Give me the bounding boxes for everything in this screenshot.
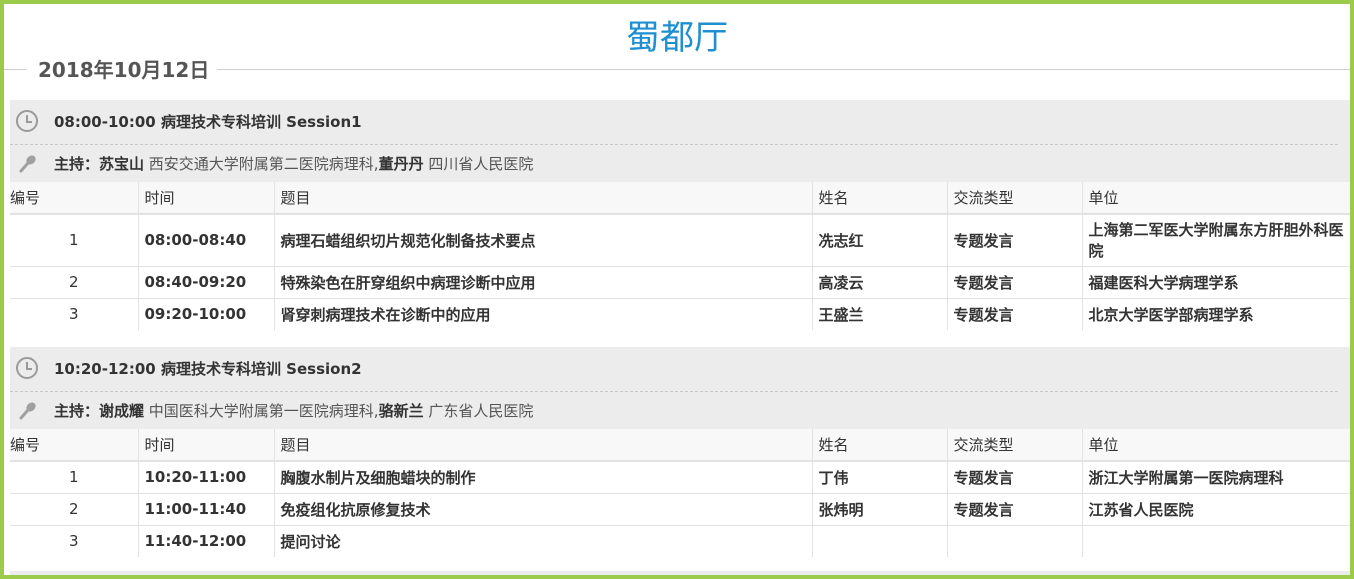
cell-no: 2	[10, 492, 138, 525]
microphone-icon	[19, 155, 36, 173]
session-title: 08:00-10:00 病理技术专科培训 Session1	[54, 113, 362, 131]
cell-topic: 胸腹水制片及细胞蜡块的制作	[273, 460, 812, 493]
cell-no: 3	[10, 297, 138, 330]
cell-type: 专题发言	[946, 297, 1082, 330]
cell-type: 专题发言	[946, 213, 1082, 266]
cell-name	[811, 524, 947, 557]
chair-name: 谢成耀	[99, 402, 145, 420]
table-row: 1 08:00-08:40 病理石蜡组织切片规范化制备技术要点 冼志红 专题发言…	[10, 213, 1350, 266]
chair-unit: 广东省人民医院	[423, 402, 534, 420]
col-header-unit: 单位	[1081, 429, 1350, 462]
cell-topic: 提问讨论	[273, 524, 812, 557]
col-header-topic: 题目	[273, 182, 812, 215]
col-header-name: 姓名	[811, 182, 947, 215]
session-1-header: 08:00-10:00 病理技术专科培训 Session1 主持：苏宝山 西安交…	[10, 100, 1350, 183]
cell-name: 张炜明	[811, 492, 947, 525]
table-row: 3 09:20-10:00 肾穿刺病理技术在诊断中的应用 王盛兰 专题发言 北京…	[10, 297, 1350, 330]
col-header-type: 交流类型	[946, 182, 1082, 215]
session-chair-row: 主持：谢成耀 中国医科大学附属第一医院病理科,骆新兰 广东省人民医院	[10, 391, 1338, 430]
session-2-table: 编号 时间 题目 姓名 交流类型 单位 1 10:20-11:00 胸腹水制片及…	[10, 429, 1350, 557]
cell-name: 冼志红	[811, 213, 947, 266]
cell-no: 1	[10, 460, 138, 493]
col-header-type: 交流类型	[946, 429, 1082, 462]
cell-type: 专题发言	[946, 460, 1082, 493]
table-row: 2 11:00-11:40 免疫组化抗原修复技术 张炜明 专题发言 江苏省人民医…	[10, 492, 1350, 525]
cell-no: 1	[10, 213, 138, 266]
cell-time: 10:20-11:00	[137, 460, 274, 493]
session-title: 10:20-12:00 病理技术专科培训 Session2	[54, 360, 362, 378]
cell-time: 11:40-12:00	[137, 524, 274, 557]
cell-unit: 北京大学医学部病理学系	[1081, 297, 1350, 330]
chair-unit: 四川省人民医院	[423, 155, 534, 173]
cell-time: 11:00-11:40	[137, 492, 274, 525]
chair-unit: 西安交通大学附属第二医院病理科,	[144, 155, 379, 173]
cell-no: 2	[10, 265, 138, 298]
chair-name: 苏宝山	[99, 155, 145, 173]
cell-name: 王盛兰	[811, 297, 947, 330]
col-header-time: 时间	[137, 429, 274, 462]
session-2-header: 10:20-12:00 病理技术专科培训 Session2 主持：谢成耀 中国医…	[10, 347, 1350, 430]
session-1-table: 编号 时间 题目 姓名 交流类型 单位 1 08:00-08:40 病理石蜡组织…	[10, 182, 1350, 330]
table-header-row: 编号 时间 题目 姓名 交流类型 单位	[10, 182, 1350, 215]
cell-unit	[1081, 524, 1350, 557]
cell-topic: 肾穿刺病理技术在诊断中的应用	[273, 297, 812, 330]
col-header-topic: 题目	[273, 429, 812, 462]
cell-type	[946, 524, 1082, 557]
chair-label: 主持：	[54, 402, 100, 420]
date-heading: 2018年10月12日	[38, 54, 218, 86]
clock-icon	[16, 357, 38, 379]
cell-time: 08:00-08:40	[137, 213, 274, 266]
chair-name: 董丹丹	[378, 155, 424, 173]
cell-time: 08:40-09:20	[137, 265, 274, 298]
cell-no: 3	[10, 524, 138, 557]
schedule-frame: 蜀都厅 2018年10月12日 08:00-10:00 病理技术专科培训 Ses…	[0, 0, 1354, 579]
cell-topic: 免疫组化抗原修复技术	[273, 492, 812, 525]
session-title-row: 10:20-12:00 病理技术专科培训 Session2	[10, 347, 1350, 391]
col-header-name: 姓名	[811, 429, 947, 462]
cell-time: 09:20-10:00	[137, 297, 274, 330]
date-divider-left	[4, 69, 26, 70]
cell-type: 专题发言	[946, 265, 1082, 298]
session-chairs: 主持：谢成耀 中国医科大学附属第一医院病理科,骆新兰 广东省人民医院	[54, 392, 533, 430]
col-header-unit: 单位	[1081, 182, 1350, 215]
table-header-row: 编号 时间 题目 姓名 交流类型 单位	[10, 429, 1350, 462]
col-header-no: 编号	[10, 429, 138, 462]
cell-unit: 上海第二军医大学附属东方肝胆外科医院	[1081, 213, 1350, 266]
next-session-strip	[10, 571, 1350, 575]
cell-topic: 特殊染色在肝穿组织中病理诊断中应用	[273, 265, 812, 298]
session-title-row: 08:00-10:00 病理技术专科培训 Session1	[10, 100, 1350, 144]
cell-unit: 江苏省人民医院	[1081, 492, 1350, 525]
table-row: 3 11:40-12:00 提问讨论	[10, 524, 1350, 557]
table-row: 2 08:40-09:20 特殊染色在肝穿组织中病理诊断中应用 高凌云 专题发言…	[10, 265, 1350, 298]
clock-icon	[16, 110, 38, 132]
col-header-time: 时间	[137, 182, 274, 215]
cell-name: 高凌云	[811, 265, 947, 298]
cell-topic: 病理石蜡组织切片规范化制备技术要点	[273, 213, 812, 266]
cell-unit: 浙江大学附属第一医院病理科	[1081, 460, 1350, 493]
date-divider-right	[214, 69, 1350, 70]
session-chair-row: 主持：苏宝山 西安交通大学附属第二医院病理科,董丹丹 四川省人民医院	[10, 144, 1338, 183]
chair-label: 主持：	[54, 155, 100, 173]
cell-unit: 福建医科大学病理学系	[1081, 265, 1350, 298]
chair-unit: 中国医科大学附属第一医院病理科,	[144, 402, 379, 420]
chair-name: 骆新兰	[378, 402, 424, 420]
col-header-no: 编号	[10, 182, 138, 215]
date-row: 2018年10月12日	[4, 54, 1350, 86]
table-row: 1 10:20-11:00 胸腹水制片及细胞蜡块的制作 丁伟 专题发言 浙江大学…	[10, 460, 1350, 493]
session-chairs: 主持：苏宝山 西安交通大学附属第二医院病理科,董丹丹 四川省人民医院	[54, 145, 533, 183]
cell-type: 专题发言	[946, 492, 1082, 525]
microphone-icon	[19, 402, 36, 420]
cell-name: 丁伟	[811, 460, 947, 493]
